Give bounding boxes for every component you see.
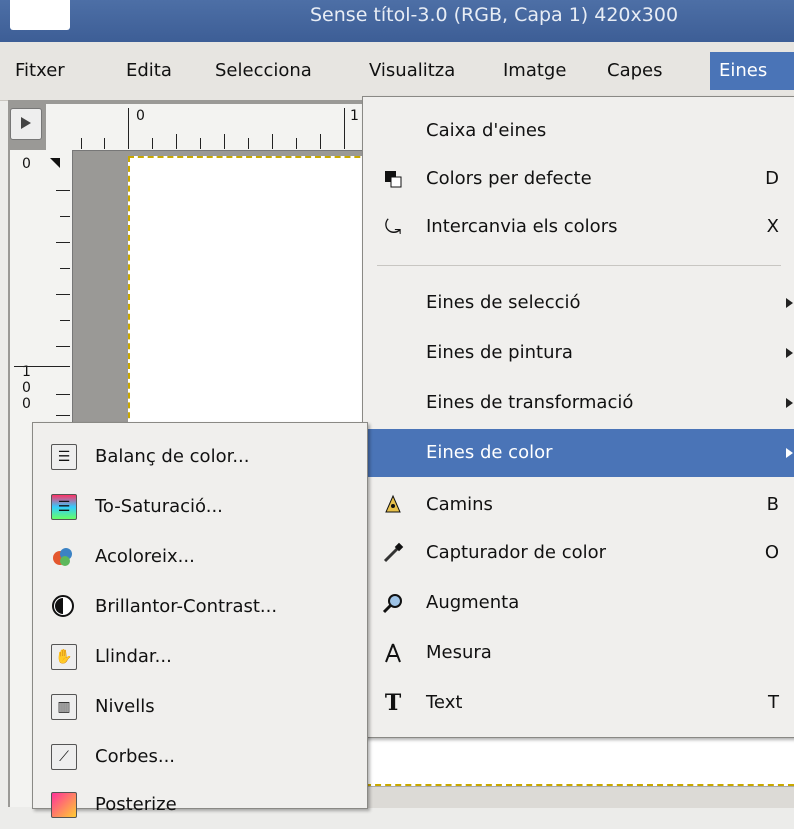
submenu-item-balanc-color[interactable]: ☰ Balanç de color...: [33, 433, 367, 481]
submenu-item-posterize[interactable]: Posterize: [33, 781, 367, 829]
submenu-item-acoloreix[interactable]: Acoloreix...: [33, 533, 367, 581]
submenu-item-corbes[interactable]: ⟋ Corbes...: [33, 733, 367, 781]
menu-item-label: Eines de transformació: [426, 392, 634, 413]
levels-icon: ▥: [51, 694, 77, 720]
menu-imatge[interactable]: Imatge: [494, 52, 575, 90]
hruler-label-1: 1: [350, 108, 359, 124]
menu-selecciona[interactable]: Selecciona: [206, 52, 321, 90]
color-balance-icon: ☰: [51, 444, 77, 470]
menu-item-camins[interactable]: Camins B: [363, 481, 794, 529]
submenu-item-llindar[interactable]: ✋ Llindar...: [33, 633, 367, 681]
paths-icon: [381, 493, 405, 517]
menu-item-intercanvia-colors[interactable]: ⤿ Intercanvia els colors X: [363, 203, 794, 251]
submenu-item-nivells[interactable]: ▥ Nivells: [33, 683, 367, 731]
menu-visualitza[interactable]: Visualitza: [360, 52, 464, 90]
brightness-contrast-icon: [51, 594, 75, 618]
color-picker-icon: [381, 541, 405, 565]
submenu-item-label: Brillantor-Contrast...: [95, 596, 278, 617]
hruler-label-0: 0: [136, 108, 145, 124]
menu-capes[interactable]: Capes: [598, 52, 671, 90]
menu-item-eines-pintura[interactable]: Eines de pintura: [363, 329, 794, 377]
posterize-icon: [51, 792, 77, 818]
menu-item-shortcut: B: [766, 494, 779, 515]
image-canvas[interactable]: [128, 156, 380, 438]
hue-saturation-icon: ☰: [51, 494, 77, 520]
window-icon[interactable]: [10, 0, 70, 30]
menu-item-augmenta[interactable]: Augmenta: [363, 579, 794, 627]
menu-edita[interactable]: Edita: [117, 52, 181, 90]
menubar: Fitxer Edita Selecciona Visualitza Imatg…: [0, 42, 794, 101]
submenu-arrow-icon: [786, 448, 793, 458]
menu-item-eines-color[interactable]: Eines de color: [363, 429, 794, 477]
menu-item-label: Mesura: [426, 642, 492, 663]
eines-menu: Caixa d'eines Colors per defecte D ⤿ Int…: [362, 96, 794, 738]
menu-item-shortcut: X: [766, 216, 779, 237]
vruler-label-2: 0: [22, 380, 31, 396]
menu-item-label: Camins: [426, 494, 493, 515]
menu-separator: [377, 265, 781, 266]
vruler-label-0: 0: [22, 156, 31, 172]
submenu-arrow-icon: [786, 348, 793, 358]
curves-icon: ⟋: [51, 744, 77, 770]
menu-item-colors-per-defecte[interactable]: Colors per defecte D: [363, 155, 794, 203]
submenu-item-label: Acoloreix...: [95, 546, 195, 567]
submenu-item-to-saturacio[interactable]: ☰ To-Saturació...: [33, 483, 367, 531]
menu-item-label: Caixa d'eines: [426, 120, 547, 141]
submenu-item-label: Balanç de color...: [95, 446, 250, 467]
menu-item-shortcut: D: [765, 168, 779, 189]
threshold-icon: ✋: [51, 644, 77, 670]
horizontal-scrollbar[interactable]: [362, 786, 794, 808]
window-title: Sense títol-3.0 (RGB, Capa 1) 420x300: [310, 4, 679, 26]
text-icon: T: [384, 690, 402, 716]
title-bar: Sense títol-3.0 (RGB, Capa 1) 420x300: [0, 0, 794, 42]
menu-eines[interactable]: Eines: [710, 52, 794, 90]
navigate-button[interactable]: [10, 108, 42, 140]
menu-item-text[interactable]: T Text T: [363, 679, 794, 727]
submenu-item-label: Posterize: [95, 794, 177, 815]
submenu-arrow-icon: [786, 398, 793, 408]
swap-colors-icon: ⤿: [384, 215, 402, 239]
menu-item-label: Eines de pintura: [426, 342, 573, 363]
menu-item-label: Colors per defecte: [426, 168, 592, 189]
submenu-item-label: To-Saturació...: [95, 496, 223, 517]
vruler-label-3: 0: [22, 396, 31, 412]
menu-item-label: Capturador de color: [426, 542, 607, 563]
origin-marker: [50, 158, 60, 168]
menu-item-shortcut: O: [764, 542, 779, 563]
menu-item-eines-transformacio[interactable]: Eines de transformació: [363, 379, 794, 427]
colorize-icon: [51, 544, 75, 568]
menu-item-label: Eines de selecció: [426, 292, 581, 313]
menu-item-mesura[interactable]: Mesura: [363, 629, 794, 677]
submenu-arrow-icon: [786, 298, 793, 308]
zoom-icon: [381, 591, 405, 615]
measure-icon: [381, 641, 405, 665]
image-canvas-bottom[interactable]: [365, 734, 794, 786]
menu-item-label: Augmenta: [426, 592, 520, 613]
color-tools-submenu: ☰ Balanç de color... ☰ To-Saturació... A…: [32, 422, 368, 818]
menu-item-capturador-color[interactable]: Capturador de color O: [363, 529, 794, 577]
menu-item-label: Eines de color: [426, 442, 553, 463]
default-colors-icon: [381, 167, 405, 191]
submenu-item-brillantor-contrast[interactable]: Brillantor-Contrast...: [33, 583, 367, 631]
menu-item-caixa-deines[interactable]: Caixa d'eines: [363, 107, 794, 155]
submenu-item-label: Llindar...: [95, 646, 172, 667]
menu-item-eines-seleccio[interactable]: Eines de selecció: [363, 279, 794, 327]
submenu-item-label: Nivells: [95, 696, 155, 717]
menu-item-label: Intercanvia els colors: [426, 216, 618, 237]
submenu-item-label: Corbes...: [95, 746, 176, 767]
menu-item-label: Text: [426, 692, 463, 713]
menu-fitxer[interactable]: Fitxer: [6, 52, 74, 90]
menu-item-shortcut: T: [768, 692, 779, 713]
